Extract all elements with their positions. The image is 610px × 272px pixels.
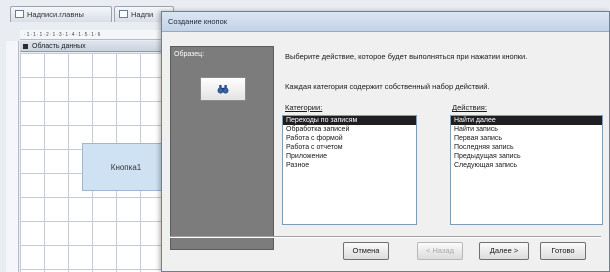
instruction-text: Выберите действие, которое будет выполня…: [285, 52, 528, 61]
action-item[interactable]: Последняя запись: [451, 143, 602, 152]
category-item[interactable]: Обработка записей: [283, 125, 416, 134]
vertical-ruler: [6, 41, 19, 272]
form-icon: [119, 10, 128, 18]
categories-label: Категории:: [285, 103, 323, 112]
form-icon: [15, 10, 24, 18]
section-label: Область данных: [32, 43, 86, 50]
sample-label: Образец:: [174, 51, 205, 58]
cancel-button[interactable]: Отмена: [343, 242, 389, 260]
action-item[interactable]: Найти запись: [451, 125, 602, 134]
binoculars-icon: [217, 85, 229, 94]
categories-listbox[interactable]: Переходы по записям Обработка записей Ра…: [282, 115, 417, 225]
actions-label: Действия:: [452, 103, 487, 112]
category-item[interactable]: Приложение: [283, 152, 416, 161]
instruction-subtext: Каждая категория содержит собственный на…: [285, 82, 490, 91]
dialog-separator: [170, 236, 601, 238]
document-tabs: Надписи.главны Надпи: [4, 6, 174, 22]
finish-button[interactable]: Готово: [540, 242, 586, 260]
action-item[interactable]: Первая запись: [451, 134, 602, 143]
back-button[interactable]: < Назад: [417, 242, 463, 260]
section-selector-icon: [23, 44, 28, 49]
detail-section-header[interactable]: Область данных: [20, 41, 170, 52]
document-tab[interactable]: Надписи.главны: [10, 6, 112, 22]
action-item[interactable]: Следующая запись: [451, 161, 602, 170]
next-button[interactable]: Далее >: [479, 242, 529, 260]
sample-panel: Образец:: [170, 46, 274, 250]
horizontal-ruler: ·1·1·1·2·1·3·1·4·1·5·1·6: [20, 30, 170, 40]
dialog-title: Создание кнопок: [162, 12, 609, 32]
command-button-wizard: Создание кнопок Образец: Выберите действ…: [161, 11, 610, 272]
category-item[interactable]: Переходы по записям: [283, 116, 416, 125]
actions-listbox[interactable]: Найти далее Найти запись Первая запись П…: [450, 115, 603, 225]
sample-button-preview: [200, 77, 246, 101]
action-item[interactable]: Найти далее: [451, 116, 602, 125]
category-item[interactable]: Разное: [283, 161, 416, 170]
action-item[interactable]: Предыдущая запись: [451, 152, 602, 161]
category-item[interactable]: Работа с формой: [283, 134, 416, 143]
document-tab-label: Надписи.главны: [27, 10, 84, 19]
category-item[interactable]: Работа с отчетом: [283, 143, 416, 152]
form-command-button[interactable]: Кнопка1: [82, 143, 170, 191]
document-tab-label: Надпи: [131, 10, 154, 19]
